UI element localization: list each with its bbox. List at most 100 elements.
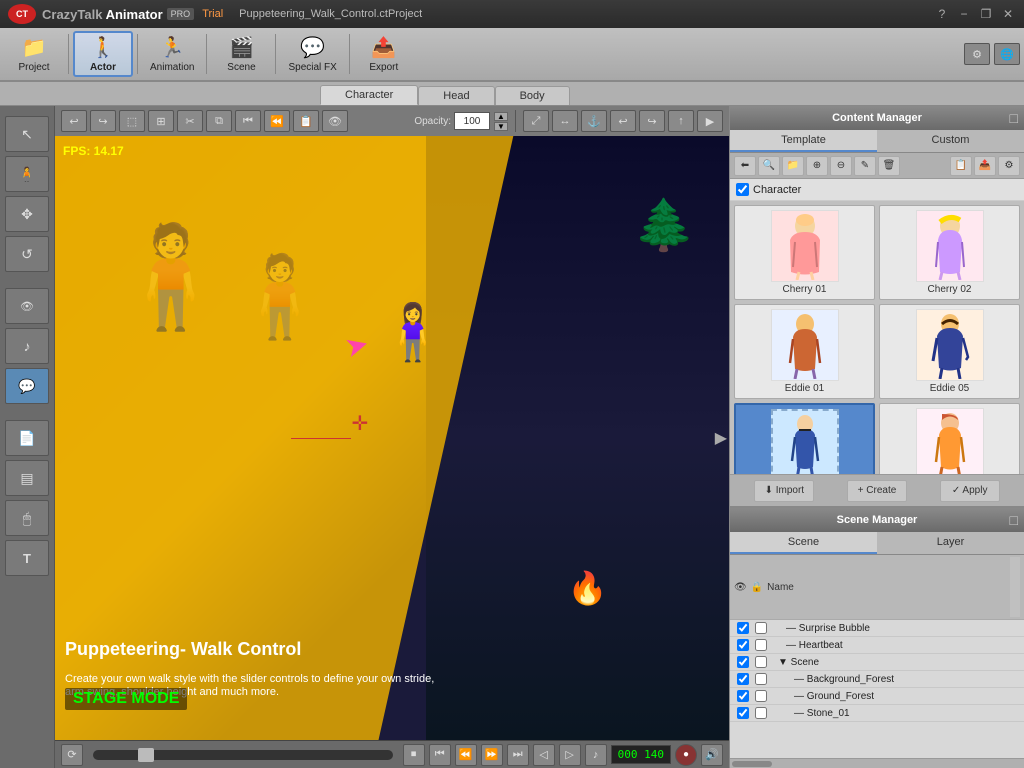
prev-frame-btn[interactable]: ⏪ <box>264 110 290 132</box>
settings-btn[interactable]: ⚙ <box>964 43 990 65</box>
content-tool-3[interactable]: 📁 <box>782 156 804 176</box>
music-btn[interactable]: ♪ <box>585 744 607 766</box>
close-button[interactable]: ✕ <box>1000 6 1016 22</box>
lock-ground-forest[interactable] <box>755 690 767 702</box>
rotate-tool[interactable]: ↺ <box>5 236 49 272</box>
content-tool-8[interactable]: 📋 <box>950 156 972 176</box>
record-btn[interactable]: ● <box>675 744 697 766</box>
toolbar-specialfx-btn[interactable]: 💬 Special FX <box>280 31 344 77</box>
rewind-btn[interactable]: ⏪ <box>455 744 477 766</box>
prev-key-btn[interactable]: ◁ <box>533 744 555 766</box>
doc-tool[interactable]: 📄 <box>5 420 49 456</box>
char-item-mr-rosenberg[interactable]: Mr. Rosenberg <box>734 403 875 474</box>
select-all-btn[interactable]: ⬚ <box>119 110 145 132</box>
char-item-eddie01[interactable]: Eddie 01 <box>734 304 875 399</box>
redo2-btn[interactable]: ↪ <box>639 110 665 132</box>
stage-canvas[interactable]: 🧍 🧍 🧍‍♀️ ➤ 🔥 🌲 FPS: 14.17 Puppeteering- … <box>55 136 729 740</box>
cb-surprise-bubble[interactable] <box>737 622 749 634</box>
subtab-character[interactable]: Character <box>320 85 418 105</box>
flip-stage-btn[interactable]: ↔ <box>552 110 578 132</box>
scene-tab-layer[interactable]: Layer <box>877 532 1024 554</box>
content-tool-7[interactable]: 🗑 <box>878 156 900 176</box>
scene-manager-close[interactable]: □ <box>1010 512 1018 528</box>
scrollbar-thumb-h[interactable] <box>732 761 772 767</box>
timeline-bar[interactable] <box>93 750 393 760</box>
play-small-btn[interactable]: ▶ <box>697 110 723 132</box>
loop-btn[interactable]: ⟳ <box>61 744 83 766</box>
content-manager-close[interactable]: □ <box>1010 110 1018 126</box>
audio-btn[interactable]: 🔊 <box>701 744 723 766</box>
toolbar-actor-btn[interactable]: 🚶 Actor <box>73 31 133 77</box>
minimize-button[interactable]: − <box>956 6 972 22</box>
cb-bg-forest[interactable] <box>737 673 749 685</box>
tab-custom[interactable]: Custom <box>877 130 1024 152</box>
eye-btn[interactable]: 👁 <box>322 110 348 132</box>
scene-scrollbar-h[interactable] <box>730 758 1024 768</box>
undo-btn[interactable]: ↩ <box>61 110 87 132</box>
content-tool-10[interactable]: ⚙ <box>998 156 1020 176</box>
pointer-tool[interactable]: 🖱 <box>5 500 49 536</box>
music-tool[interactable]: ♪ <box>5 328 49 364</box>
extras-btn[interactable]: 🌐 <box>994 43 1020 65</box>
toolbar-export-btn[interactable]: 📤 Export <box>354 31 414 77</box>
fast-fwd-btn[interactable]: ⏩ <box>481 744 503 766</box>
cb-heartbeat[interactable] <box>737 639 749 651</box>
subtab-head[interactable]: Head <box>418 86 494 105</box>
toolbar-animation-btn[interactable]: 🏃 Animation <box>142 31 202 77</box>
paste-btn[interactable]: 📋 <box>293 110 319 132</box>
reset-btn[interactable]: ↑ <box>668 110 694 132</box>
char-item-cherry01[interactable]: Cherry 01 <box>734 205 875 300</box>
opacity-down-btn[interactable]: ▼ <box>494 122 508 131</box>
apply-btn[interactable]: ✓ Apply <box>940 480 1000 502</box>
scroll-track[interactable] <box>1010 557 1020 617</box>
char-item-sally[interactable]: Sally <box>879 403 1020 474</box>
import-btn[interactable]: ⬇ Import <box>754 480 814 502</box>
lock-surprise-bubble[interactable] <box>755 622 767 634</box>
create-btn[interactable]: + Create <box>847 480 907 502</box>
char-item-cherry02[interactable]: Cherry 02 <box>879 205 1020 300</box>
redo-btn[interactable]: ↪ <box>90 110 116 132</box>
content-tool-2[interactable]: 🔍 <box>758 156 780 176</box>
person-tool[interactable]: 🧍 <box>5 156 49 192</box>
cb-scene-group[interactable] <box>737 656 749 668</box>
move-stage-btn[interactable]: ⤢ <box>523 110 549 132</box>
stage-right-arrow[interactable]: ▶ <box>715 428 727 448</box>
undo2-btn[interactable]: ↩ <box>610 110 636 132</box>
timeline-thumb[interactable] <box>138 748 154 762</box>
anchor-btn[interactable]: ⚓ <box>581 110 607 132</box>
maximize-button[interactable]: ❐ <box>978 6 994 22</box>
content-tool-6[interactable]: ✎ <box>854 156 876 176</box>
select-tool[interactable]: ↖ <box>5 116 49 152</box>
text-tool[interactable]: T <box>5 540 49 576</box>
skip-end-btn[interactable]: ⏭ <box>507 744 529 766</box>
tree-checkbox[interactable] <box>736 183 749 196</box>
tab-template[interactable]: Template <box>730 130 877 152</box>
subtab-body[interactable]: Body <box>495 86 570 105</box>
content-tool-9[interactable]: 📤 <box>974 156 996 176</box>
move-tool[interactable]: ✥ <box>5 196 49 232</box>
next-key-btn[interactable]: ▷ <box>559 744 581 766</box>
help-button[interactable]: ? <box>934 6 950 22</box>
scene-tab-scene[interactable]: Scene <box>730 532 877 554</box>
layers-tool[interactable]: ▤ <box>5 460 49 496</box>
lock-scene-group[interactable] <box>755 656 767 668</box>
content-tool-4[interactable]: ⊕ <box>806 156 828 176</box>
content-tool-1[interactable]: ⬅ <box>734 156 756 176</box>
copy-btn[interactable]: ⧉ <box>206 110 232 132</box>
prev-btn[interactable]: ⏮ <box>429 744 451 766</box>
lock-heartbeat[interactable] <box>755 639 767 651</box>
opacity-up-btn[interactable]: ▲ <box>494 112 508 121</box>
transform-btn[interactable]: ⊞ <box>148 110 174 132</box>
chat-tool[interactable]: 💬 <box>5 368 49 404</box>
opacity-input[interactable] <box>454 112 490 130</box>
cb-stone01[interactable] <box>737 707 749 719</box>
lock-stone01[interactable] <box>755 707 767 719</box>
zoom-tool[interactable]: 👁 <box>5 288 49 324</box>
cut-btn[interactable]: ✂ <box>177 110 203 132</box>
toolbar-project-btn[interactable]: 📁 Project <box>4 31 64 77</box>
skip-start-btn[interactable]: ⏮ <box>235 110 261 132</box>
char-item-eddie05[interactable]: Eddie 05 <box>879 304 1020 399</box>
toolbar-scene-btn[interactable]: 🎬 Scene <box>211 31 271 77</box>
content-tool-5[interactable]: ⊖ <box>830 156 852 176</box>
lock-bg-forest[interactable] <box>755 673 767 685</box>
